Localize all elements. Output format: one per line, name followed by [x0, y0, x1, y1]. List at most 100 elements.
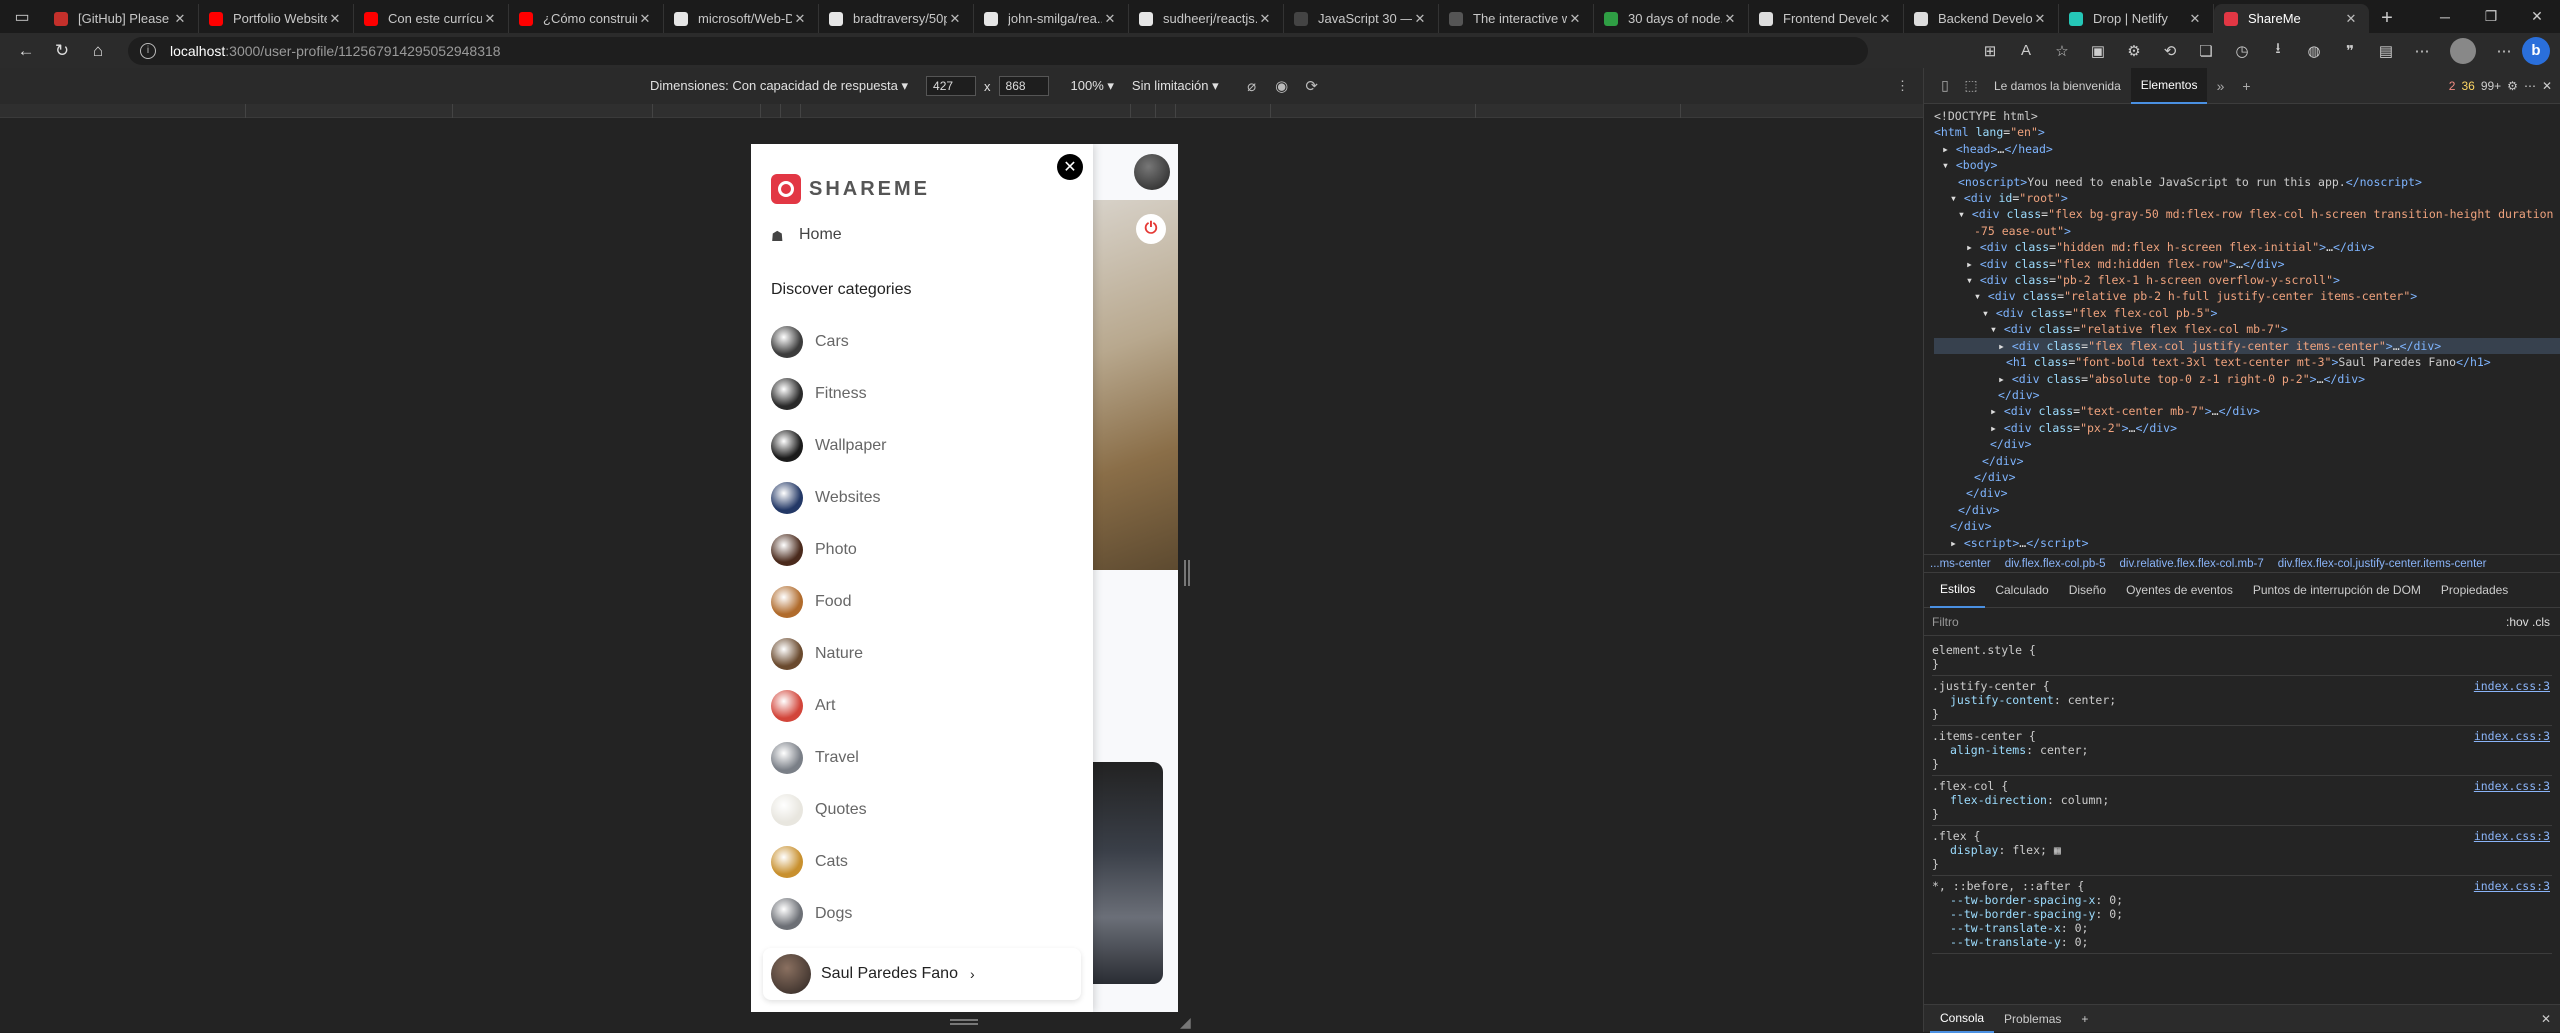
bing-icon[interactable]: b: [2522, 36, 2550, 65]
dom-node[interactable]: ▸ <script>…</script>: [1934, 535, 2560, 551]
add-tab-icon[interactable]: +: [2233, 78, 2259, 94]
browser-tab[interactable]: [GitHub] Please ...✕: [44, 4, 199, 33]
extension-icon[interactable]: ▣: [2080, 37, 2116, 65]
rule-source-link[interactable]: index.css:3: [2474, 829, 2550, 843]
styles-filter[interactable]: Filtro :hov .cls: [1924, 608, 2560, 636]
collections-icon[interactable]: ❏: [2188, 37, 2224, 65]
browser-tab[interactable]: 30 days of node... ✕: [1594, 4, 1749, 33]
user-profile-link[interactable]: Saul Paredes Fano ›: [763, 948, 1081, 1000]
wallet-icon[interactable]: ▤: [2368, 37, 2404, 65]
dom-node[interactable]: </div>: [1934, 436, 2560, 452]
category-item-fitness[interactable]: Fitness: [771, 368, 1071, 420]
dom-node[interactable]: </div>: [1934, 453, 2560, 469]
dom-node[interactable]: ▸ <head>…</head>: [1934, 141, 2560, 157]
dom-node[interactable]: ▾ <div class="flex bg-gray-50 md:flex-ro…: [1934, 206, 2560, 222]
devtools-more-icon[interactable]: ⋯: [2524, 79, 2536, 93]
category-item-quotes[interactable]: Quotes: [771, 784, 1071, 836]
split-screen-icon[interactable]: ⊞: [1972, 37, 2008, 65]
breadcrumb-item[interactable]: div.relative.flex.flex-col.mb-7: [2120, 558, 2264, 570]
browser-tab[interactable]: The interactive w...✕: [1439, 4, 1594, 33]
more-icon[interactable]: ⋯: [2486, 37, 2522, 65]
close-tab-icon[interactable]: ✕: [637, 11, 653, 27]
home-icon[interactable]: ⌂: [82, 37, 114, 65]
breadcrumb-item[interactable]: div.flex.flex-col.justify-center.items-c…: [2278, 558, 2487, 570]
rule-source-link[interactable]: index.css:3: [2474, 879, 2550, 893]
resize-handle-bottom[interactable]: [950, 1019, 978, 1025]
close-tab-icon[interactable]: ✕: [2187, 11, 2203, 27]
new-tab-button[interactable]: +: [2369, 4, 2405, 33]
browser-tab[interactable]: Portfolio Website ✕: [199, 4, 354, 33]
throttle-select[interactable]: Sin limitación ▾: [1132, 78, 1219, 94]
downloads-icon[interactable]: ⭳: [2260, 37, 2296, 65]
breadcrumb-item[interactable]: div.flex.flex-col.pb-5: [2005, 558, 2106, 570]
dom-node-selected[interactable]: ▸ <div class="flex flex-col justify-cent…: [1934, 337, 2560, 355]
rule-source-link[interactable]: index.css:3: [2474, 679, 2550, 693]
dom-node[interactable]: <html lang="en">: [1934, 124, 2560, 140]
close-tab-icon[interactable]: ✕: [1257, 11, 1273, 27]
category-item-food[interactable]: Food: [771, 576, 1071, 628]
address-bar[interactable]: i localhost:3000/user-profile/1125679142…: [128, 36, 1868, 65]
zoom-select[interactable]: 100% ▾: [1071, 78, 1114, 94]
category-item-cats[interactable]: Cats: [771, 836, 1071, 888]
browser-tab[interactable]: Con este currículum✕: [354, 4, 509, 33]
height-input[interactable]: [998, 76, 1049, 96]
dimensions-select[interactable]: Dimensiones: Con capacidad de respuesta …: [650, 78, 908, 94]
minimize-icon[interactable]: ─: [2422, 0, 2468, 33]
close-tab-icon[interactable]: ✕: [1412, 11, 1428, 27]
styles-tab[interactable]: Estilos: [1930, 572, 1986, 608]
settings-more-icon[interactable]: ⋯: [2404, 37, 2440, 65]
device-menu-icon[interactable]: ⋮: [1896, 78, 1909, 94]
resize-handle-right[interactable]: [1184, 560, 1190, 586]
category-item-dogs[interactable]: Dogs: [771, 888, 1071, 940]
history-icon[interactable]: ◷: [2224, 37, 2260, 65]
close-tab-icon[interactable]: ✕: [482, 11, 498, 27]
browser-tab[interactable]: Frontend Develo...✕: [1749, 4, 1904, 33]
dom-node[interactable]: </div>: [1934, 387, 2560, 403]
vision-icon[interactable]: ◉: [1267, 77, 1297, 95]
close-tab-icon[interactable]: ✕: [2032, 11, 2048, 27]
tab-elements[interactable]: Elementos: [2130, 67, 2208, 104]
dom-node[interactable]: ▸ <div class="px-2">…</div>: [1934, 420, 2560, 436]
close-tab-icon[interactable]: ✕: [947, 11, 963, 27]
close-tab-icon[interactable]: ✕: [327, 11, 343, 27]
styles-tab[interactable]: Diseño: [2059, 572, 2116, 608]
logo[interactable]: SHAREME: [771, 174, 930, 204]
width-input[interactable]: [926, 76, 977, 96]
dom-node[interactable]: </div>: [1934, 469, 2560, 485]
close-tab-icon[interactable]: ✕: [172, 11, 188, 27]
site-info-icon[interactable]: i: [140, 42, 156, 59]
dom-node[interactable]: </div>: [1934, 485, 2560, 501]
no-sensor-icon[interactable]: ⌀: [1237, 77, 1267, 95]
issue-counts[interactable]: 2 36 99+ ⚙ ⋯ ✕: [2443, 79, 2552, 93]
browser-tab[interactable]: Backend Develo...✕: [1904, 4, 2059, 33]
filter-toggles[interactable]: :hov .cls: [2506, 615, 2550, 629]
close-tab-icon[interactable]: ✕: [792, 11, 808, 27]
close-tab-icon[interactable]: ✕: [1722, 11, 1738, 27]
dom-node[interactable]: ▸ <div class="text-center mb-7">…</div>: [1934, 403, 2560, 419]
add-drawer-tab-icon[interactable]: +: [2071, 1012, 2098, 1026]
browser-tab[interactable]: sudheerj/reactjs... ✕: [1129, 4, 1284, 33]
close-sidebar-icon[interactable]: ✕: [1057, 154, 1083, 180]
profile-avatar[interactable]: [2450, 37, 2476, 64]
close-tab-icon[interactable]: ✕: [2343, 11, 2359, 27]
close-tab-icon[interactable]: ✕: [1102, 11, 1118, 27]
tab-problems[interactable]: Problemas: [1994, 1012, 2071, 1026]
browser-tab[interactable]: bradtraversy/50p...✕: [819, 4, 974, 33]
maximize-icon[interactable]: ❐: [2468, 0, 2514, 33]
dom-node[interactable]: ▸ <div class="flex md:hidden flex-row">……: [1934, 256, 2560, 272]
rotate-icon[interactable]: ⟳: [1297, 77, 1327, 95]
close-window-icon[interactable]: ✕: [2514, 0, 2560, 33]
dom-node[interactable]: ▾ <body>: [1934, 157, 2560, 173]
dom-node[interactable]: ▾ <div class="relative flex flex-col mb-…: [1934, 321, 2560, 337]
dom-node[interactable]: ▾ <div class="pb-2 flex-1 h-screen overf…: [1934, 272, 2560, 288]
dom-node[interactable]: <noscript>You need to enable JavaScript …: [1934, 174, 2560, 190]
read-aloud-icon[interactable]: A: [2008, 37, 2044, 65]
close-drawer-icon[interactable]: ✕: [2541, 1012, 2551, 1026]
more-tabs-icon[interactable]: »: [2207, 78, 2233, 94]
dom-node[interactable]: </div>: [1934, 502, 2560, 518]
dom-node[interactable]: ▸ <div class="absolute top-0 z-1 right-0…: [1934, 371, 2560, 387]
category-item-photo[interactable]: Photo: [771, 524, 1071, 576]
dom-node[interactable]: </div>: [1934, 518, 2560, 534]
refresh-ext-icon[interactable]: ⟲: [2152, 37, 2188, 65]
breadcrumb-item[interactable]: ...ms-center: [1930, 558, 1991, 570]
